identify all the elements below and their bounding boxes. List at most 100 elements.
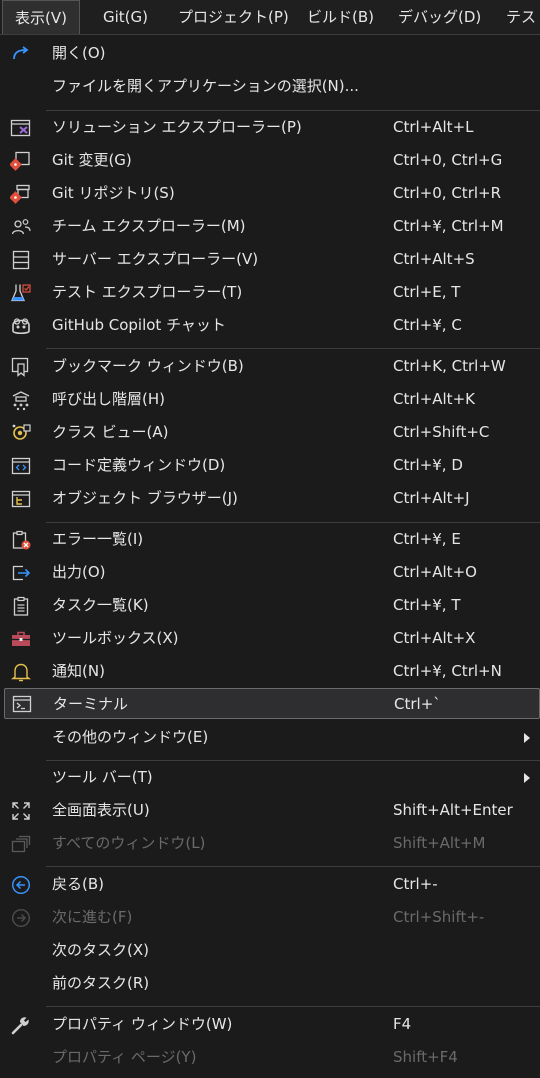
submenu-arrow-icon: [524, 772, 530, 783]
menu-item-team-explorer[interactable]: チーム エクスプローラー(M) Ctrl+¥, Ctrl+M: [0, 211, 540, 242]
menu-item-shortcut: Ctrl+K, Ctrl+W: [393, 357, 506, 375]
menu-item-label: 出力(O): [52, 563, 106, 581]
menu-item-shortcut: Ctrl+¥, Ctrl+N: [393, 662, 502, 680]
menu-item-back[interactable]: 戻る(B) Ctrl+-: [0, 869, 540, 900]
menu-item-label: プロパティ ウィンドウ(W): [52, 1015, 233, 1033]
menu-item-toolbox[interactable]: ツールボックス(X) Ctrl+Alt+X: [0, 623, 540, 654]
menu-item-properties-window[interactable]: プロパティ ウィンドウ(W) F4: [0, 1009, 540, 1040]
submenu-arrow-icon: [524, 732, 530, 743]
menu-item-all-windows: すべてのウィンドウ(L) Shift+Alt+M: [0, 828, 540, 859]
menu-item-label: 開く(O): [52, 44, 106, 62]
menu-item-call-hierarchy[interactable]: 呼び出し階層(H) Ctrl+Alt+K: [0, 384, 540, 415]
menu-item-shortcut: Ctrl+¥, Ctrl+M: [393, 217, 504, 235]
menubar-item-test[interactable]: テスト: [494, 0, 540, 34]
code-definition-icon: [10, 455, 32, 477]
menu-item-error-list[interactable]: エラー一覧(I) Ctrl+¥, E: [0, 524, 540, 555]
menu-item-output[interactable]: 出力(O) Ctrl+Alt+O: [0, 557, 540, 588]
object-browser-icon: [10, 488, 32, 510]
menu-separator: [46, 1006, 540, 1007]
menu-separator: [46, 110, 540, 111]
menu-item-copilot-chat[interactable]: GitHub Copilot チャット Ctrl+¥, C: [0, 310, 540, 341]
menu-item-test-explorer[interactable]: テスト エクスプローラー(T) Ctrl+E, T: [0, 277, 540, 308]
menu-item-prev-task[interactable]: 前のタスク(R): [0, 968, 540, 999]
menu-item-label: プロパティ ページ(Y): [52, 1048, 197, 1066]
git-repository-icon: [10, 183, 32, 205]
menu-item-shortcut: Ctrl+Shift+C: [393, 423, 490, 441]
git-changes-icon: [10, 150, 32, 172]
menu-item-shortcut: Ctrl+¥, C: [393, 316, 462, 334]
menu-item-shortcut: Ctrl+E, T: [393, 283, 461, 301]
menu-item-shortcut: Shift+F4: [393, 1048, 458, 1066]
menu-item-class-view[interactable]: クラス ビュー(A) Ctrl+Shift+C: [0, 417, 540, 448]
test-explorer-icon: [10, 282, 32, 304]
wrench-icon: [10, 1014, 32, 1036]
menu-item-git-repository[interactable]: Git リポジトリ(S) Ctrl+0, Ctrl+R: [0, 178, 540, 209]
menu-item-shortcut: Shift+Alt+Enter: [393, 801, 513, 819]
menu-item-next-task[interactable]: 次のタスク(X): [0, 935, 540, 966]
toolbox-icon: [10, 628, 32, 650]
menu-item-label: チーム エクスプローラー(M): [52, 217, 246, 235]
menu-item-task-list[interactable]: タスク一覧(K) Ctrl+¥, T: [0, 590, 540, 621]
menu-item-open-with[interactable]: ファイルを開くアプリケーションの選択(N)...: [0, 71, 540, 102]
menu-item-shortcut: Ctrl+¥, T: [393, 596, 461, 614]
menu-item-label: ターミナル: [53, 695, 129, 713]
menu-item-forward: 次に進む(F) Ctrl+Shift+-: [0, 902, 540, 933]
menu-item-label: コード定義ウィンドウ(D): [52, 456, 226, 474]
menu-separator: [46, 348, 540, 349]
error-list-icon: [10, 529, 32, 551]
menu-item-bookmark-window[interactable]: ブックマーク ウィンドウ(B) Ctrl+K, Ctrl+W: [0, 351, 540, 382]
menu-item-toolbars[interactable]: ツール バー(T): [0, 762, 540, 793]
menu-item-shortcut: Ctrl+Shift+-: [393, 908, 485, 926]
all-windows-icon: [10, 833, 32, 855]
menu-item-label: 前のタスク(R): [52, 974, 150, 992]
menu-bar: 表示(V) Git(G) プロジェクト(P) ビルド(B) デバッグ(D) テス…: [0, 0, 540, 34]
output-icon: [10, 562, 32, 584]
menu-item-label: ファイルを開くアプリケーションの選択(N)...: [52, 77, 359, 95]
menubar-item-project[interactable]: プロジェクト(P): [166, 0, 301, 34]
menubar-item-debug[interactable]: デバッグ(D): [386, 0, 493, 34]
menu-item-other-windows[interactable]: その他のウィンドウ(E): [0, 722, 540, 753]
menu-item-label: ツール バー(T): [52, 768, 153, 786]
menu-item-git-changes[interactable]: Git 変更(G) Ctrl+0, Ctrl+G: [0, 145, 540, 176]
redo-arrow-icon: [10, 43, 32, 65]
menu-item-label: テスト エクスプローラー(T): [52, 283, 243, 301]
menu-item-shortcut: F4: [393, 1015, 412, 1033]
solution-explorer-icon: [10, 117, 32, 139]
menu-item-shortcut: Ctrl+¥, D: [393, 456, 463, 474]
menu-item-label: タスク一覧(K): [52, 596, 149, 614]
menu-item-solution-explorer[interactable]: ソリューション エクスプローラー(P) Ctrl+Alt+L: [0, 112, 540, 143]
call-hierarchy-icon: [10, 389, 32, 411]
menu-item-terminal[interactable]: ターミナル Ctrl+`: [4, 688, 540, 719]
menu-item-shortcut: Ctrl+-: [393, 875, 438, 893]
menu-item-shortcut: Ctrl+Alt+S: [393, 250, 475, 268]
menu-item-label: 全画面表示(U): [52, 801, 150, 819]
menu-item-label: 次のタスク(X): [52, 941, 149, 959]
bookmark-window-icon: [10, 356, 32, 378]
menubar-item-view[interactable]: 表示(V): [2, 0, 80, 34]
menu-item-full-screen[interactable]: 全画面表示(U) Shift+Alt+Enter: [0, 795, 540, 826]
menu-item-code-definition[interactable]: コード定義ウィンドウ(D) Ctrl+¥, D: [0, 450, 540, 481]
bell-icon: [10, 661, 32, 683]
menu-item-label: すべてのウィンドウ(L): [52, 834, 206, 852]
menu-item-open[interactable]: 開く(O): [0, 38, 540, 69]
menubar-item-build[interactable]: ビルド(B): [295, 0, 386, 34]
menu-item-label: クラス ビュー(A): [52, 423, 169, 441]
menu-item-shortcut: Ctrl+Alt+K: [393, 390, 475, 408]
menubar-item-git[interactable]: Git(G): [91, 0, 160, 34]
view-menu-dropdown: 開く(O) ファイルを開くアプリケーションの選択(N)... ソリューション エ…: [0, 34, 540, 1078]
menu-item-shortcut: Ctrl+`: [394, 695, 441, 713]
menu-item-server-explorer[interactable]: サーバー エクスプローラー(V) Ctrl+Alt+S: [0, 244, 540, 275]
menu-item-label: ブックマーク ウィンドウ(B): [52, 357, 244, 375]
menu-item-label: 呼び出し階層(H): [52, 390, 165, 408]
menu-separator: [46, 760, 540, 761]
menu-item-label: GitHub Copilot チャット: [52, 316, 226, 334]
menu-item-shortcut: Shift+Alt+M: [393, 834, 486, 852]
class-view-icon: [10, 422, 32, 444]
menu-item-object-browser[interactable]: オブジェクト ブラウザー(J) Ctrl+Alt+J: [0, 483, 540, 514]
menu-item-label: 次に進む(F): [52, 908, 133, 926]
menu-item-label: ツールボックス(X): [52, 629, 179, 647]
menu-separator: [46, 866, 540, 867]
team-explorer-icon: [10, 216, 32, 238]
menu-item-notifications[interactable]: 通知(N) Ctrl+¥, Ctrl+N: [0, 656, 540, 687]
menu-item-shortcut: Ctrl+0, Ctrl+G: [393, 151, 503, 169]
